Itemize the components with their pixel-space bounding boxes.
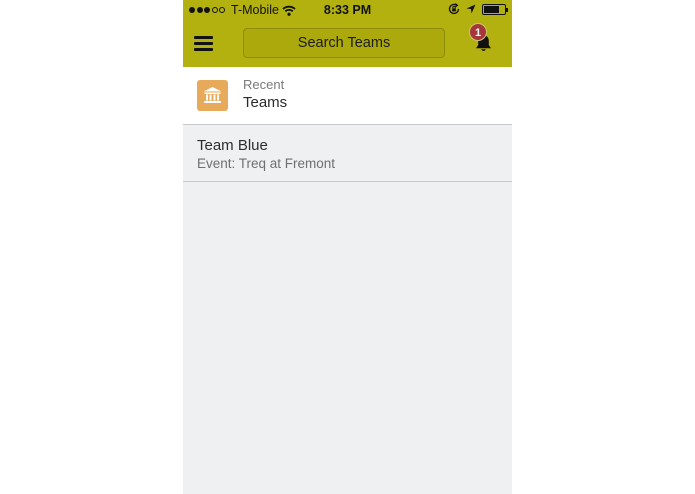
notifications-button[interactable]: 1 <box>465 20 505 60</box>
team-list-item[interactable]: Team Blue Event: Treq at Fremont <box>183 125 512 182</box>
menu-bar <box>194 48 213 51</box>
team-name: Team Blue <box>197 137 268 154</box>
battery-level <box>484 5 499 13</box>
status-bar: T-Mobile 8:33 PM <box>183 0 512 20</box>
phone-screen: T-Mobile 8:33 PM Search Teams 1 Recent T… <box>183 0 512 494</box>
app-header: T-Mobile 8:33 PM Search Teams 1 <box>183 0 512 67</box>
menu-bar <box>194 42 213 45</box>
menu-bar <box>194 36 213 39</box>
team-event: Event: Treq at Fremont <box>197 156 336 171</box>
battery-icon <box>482 3 508 15</box>
rotation-lock-icon <box>448 3 460 15</box>
status-right <box>448 3 508 15</box>
section-title: Teams <box>243 94 288 111</box>
notification-badge: 1 <box>469 23 487 41</box>
recent-teams-header: Recent Teams <box>183 67 512 125</box>
search-teams-input[interactable]: Search Teams <box>243 28 445 58</box>
hamburger-menu-icon[interactable] <box>194 36 214 52</box>
institution-building-icon <box>197 80 228 111</box>
location-arrow-icon <box>466 4 476 14</box>
section-subtitle: Recent <box>243 77 285 92</box>
